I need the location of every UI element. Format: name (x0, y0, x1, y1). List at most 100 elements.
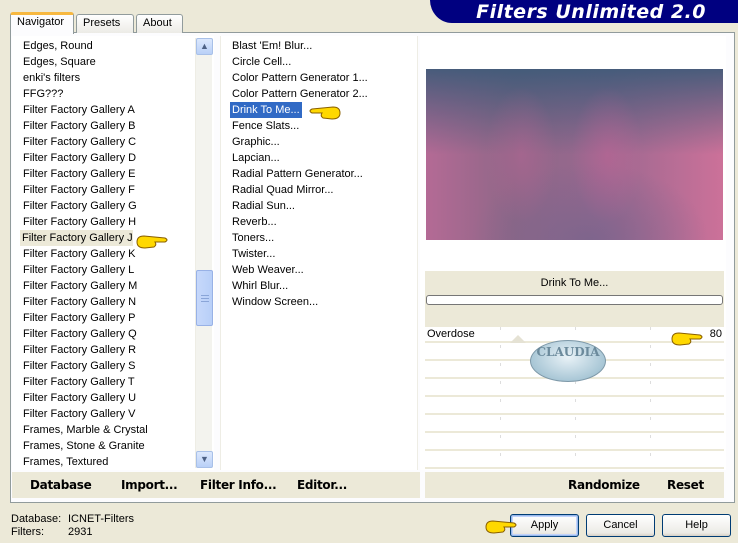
category-item[interactable]: Filter Factory Gallery N (21, 294, 138, 310)
category-item[interactable]: Filter Factory Gallery V (21, 406, 137, 422)
filter-item[interactable]: Radial Quad Mirror... (230, 182, 335, 198)
database-button[interactable]: Database (30, 478, 92, 492)
slider-tick (500, 381, 501, 384)
slider-tick (650, 363, 651, 366)
filter-item[interactable]: Whirl Blur... (230, 278, 290, 294)
category-item[interactable]: FFG??? (21, 86, 65, 102)
filter-title-bar: Drink To Me... (425, 271, 724, 327)
category-item[interactable]: Filter Factory Gallery R (21, 342, 138, 358)
pointing-hand-icon (671, 332, 703, 346)
left-toolbar: Database Import... Filter Info... Editor… (12, 472, 420, 498)
slider-tick (500, 417, 501, 420)
randomize-button[interactable]: Randomize (568, 478, 640, 492)
filter-item[interactable]: Color Pattern Generator 1... (230, 70, 370, 86)
category-scrollbar[interactable]: ▲ ▼ (195, 38, 213, 468)
filter-item[interactable]: Graphic... (230, 134, 282, 150)
category-item[interactable]: Filter Factory Gallery E (21, 166, 137, 182)
category-item[interactable]: Filter Factory Gallery U (21, 390, 138, 406)
title-banner: Filters Unlimited 2.0 (430, 0, 738, 23)
category-item[interactable]: Filter Factory Gallery C (21, 134, 138, 150)
filter-item[interactable]: Window Screen... (230, 294, 320, 310)
filter-item[interactable]: Twister... (230, 246, 277, 262)
category-item[interactable]: Filter Factory Gallery P (21, 310, 137, 326)
slider-tick (650, 381, 651, 384)
filter-item[interactable]: Color Pattern Generator 2... (230, 86, 370, 102)
category-item[interactable]: Filter Factory Gallery M (21, 278, 139, 294)
app-title: Filters Unlimited 2.0 (476, 1, 706, 23)
category-item[interactable]: Filter Factory Gallery B (21, 118, 137, 134)
parameter-slider-row[interactable] (425, 453, 724, 469)
category-item[interactable]: Filter Factory Gallery L (21, 262, 136, 278)
filter-item[interactable]: Circle Cell... (230, 54, 293, 70)
status-info: Database: ICNET-Filters Filters: 2931 (11, 513, 134, 539)
reset-button[interactable]: Reset (667, 478, 704, 492)
category-item[interactable]: Filter Factory Gallery D (21, 150, 138, 166)
parameter-slider-row[interactable] (425, 381, 724, 397)
slider-tick (650, 435, 651, 438)
scroll-down-button[interactable]: ▼ (196, 451, 213, 468)
filter-item[interactable]: Radial Sun... (230, 198, 297, 214)
slider-thumb[interactable] (510, 335, 526, 343)
parameter-slider-row[interactable] (425, 399, 724, 415)
filter-item[interactable]: Fence Slats... (230, 118, 301, 134)
filter-item[interactable]: Lapcian... (230, 150, 282, 166)
apply-button[interactable]: Apply (510, 514, 579, 537)
help-button[interactable]: Help (662, 514, 731, 537)
chevron-up-icon: ▲ (200, 41, 209, 51)
filter-item[interactable]: Blast 'Em! Blur... (230, 38, 314, 54)
category-item[interactable]: Filter Factory Gallery F (21, 182, 137, 198)
category-item[interactable]: Filter Factory Gallery T (21, 374, 137, 390)
pointing-hand-icon (136, 235, 168, 249)
category-item[interactable]: Edges, Square (21, 54, 98, 70)
filter-info-button[interactable]: Filter Info... (200, 478, 277, 492)
watermark-logo: CLAUDIA (530, 340, 606, 382)
category-item[interactable]: Filter Factory Gallery H (21, 214, 138, 230)
category-item[interactable]: Frames, Stone & Granite (21, 438, 147, 454)
filter-item[interactable]: Web Weaver... (230, 262, 306, 278)
scroll-up-button[interactable]: ▲ (196, 38, 213, 55)
database-value: ICNET-Filters (68, 513, 134, 525)
tab-presets[interactable]: Presets (76, 14, 134, 33)
slider-tick (575, 417, 576, 420)
slider-tick (575, 435, 576, 438)
category-item[interactable]: Filter Factory Gallery J (20, 230, 133, 246)
category-item[interactable]: enki's filters (21, 70, 82, 86)
editor-button[interactable]: Editor... (297, 478, 347, 492)
filter-item[interactable]: Toners... (230, 230, 276, 246)
slider-tick (500, 453, 501, 456)
filter-item[interactable]: Radial Pattern Generator... (230, 166, 365, 182)
slider-tick (650, 453, 651, 456)
category-item[interactable]: Filter Factory Gallery K (21, 246, 137, 262)
filters-count: 2931 (68, 526, 93, 538)
category-item[interactable]: Filter Factory Gallery G (21, 198, 139, 214)
slider-tick (650, 399, 651, 402)
parameter-slider-row[interactable] (425, 417, 724, 433)
category-item[interactable]: Filter Factory Gallery A (21, 102, 137, 118)
slider-tick (500, 363, 501, 366)
slider-tick (650, 327, 651, 330)
category-item[interactable]: Filter Factory Gallery S (21, 358, 137, 374)
filter-item[interactable]: Reverb... (230, 214, 279, 230)
parameter-label: Overdose (427, 328, 475, 340)
cancel-button[interactable]: Cancel (586, 514, 655, 537)
filters-label: Filters: (11, 526, 44, 538)
slider-tick (575, 399, 576, 402)
slider-tick (500, 435, 501, 438)
filter-list[interactable]: Blast 'Em! Blur... Circle Cell... Color Pa… (220, 36, 418, 470)
category-item[interactable]: Filter Factory Gallery Q (21, 326, 139, 342)
slider-tick (650, 417, 651, 420)
parameter-value: 80 (709, 328, 722, 340)
category-item[interactable]: Frames, Textured (21, 454, 110, 470)
category-item[interactable]: Frames, Marble & Crystal (21, 422, 150, 438)
right-toolbar: Randomize Reset (425, 472, 724, 498)
category-list[interactable]: Edges, Round Edges, Square enki's filters F… (12, 36, 214, 470)
tab-navigator[interactable]: Navigator (10, 12, 74, 34)
pointing-hand-icon (309, 106, 341, 120)
category-item[interactable]: Edges, Round (21, 38, 95, 54)
slider-tick (500, 345, 501, 348)
parameter-slider-row[interactable] (425, 435, 724, 451)
import-button[interactable]: Import... (121, 478, 178, 492)
tab-about[interactable]: About (136, 14, 183, 33)
filter-item[interactable]: Drink To Me... (230, 102, 302, 118)
scroll-thumb[interactable] (196, 270, 213, 326)
